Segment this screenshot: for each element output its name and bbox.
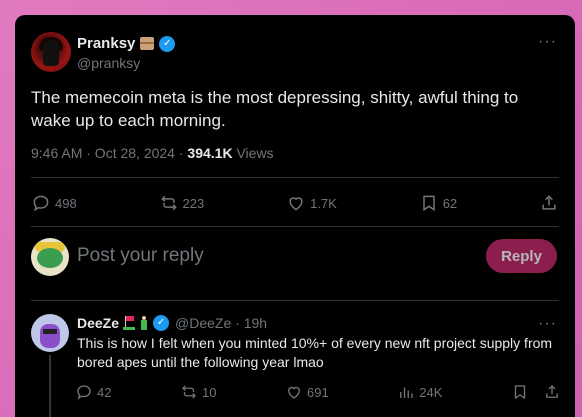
more-options-icon[interactable]: ···	[538, 315, 557, 333]
author-avatar[interactable]	[31, 32, 71, 72]
share-action[interactable]	[543, 383, 561, 401]
reply-extra-actions	[511, 383, 561, 401]
tweet-timestamp[interactable]: 9:46 AM · Oct 28, 2024 ·	[31, 145, 187, 161]
reply-actions: 42 10 691 24K	[75, 381, 561, 403]
repost-count: 223	[182, 195, 205, 211]
reply-author-name[interactable]: DeeZe	[77, 315, 119, 331]
bookmark-icon	[422, 195, 435, 212]
golfer-icon	[139, 316, 149, 330]
bookmark-icon	[514, 385, 526, 400]
verified-badge-icon[interactable]: ✓	[159, 35, 176, 52]
reply-action[interactable]: 498	[31, 193, 77, 213]
repost-icon	[160, 195, 177, 211]
heart-icon	[288, 386, 300, 399]
share-action[interactable]	[539, 193, 559, 213]
reply-author-handle[interactable]: @DeeZe · 19h	[175, 315, 267, 331]
more-options-icon[interactable]: ···	[538, 33, 557, 51]
repost-icon	[182, 385, 196, 399]
repost-action[interactable]: 10	[180, 383, 216, 401]
reply-icon	[33, 195, 49, 212]
divider	[31, 226, 559, 227]
reply-author-avatar[interactable]	[31, 314, 69, 352]
views-count: 394.1K	[187, 145, 233, 161]
analytics-icon	[400, 387, 413, 398]
bookmark-action[interactable]	[511, 383, 529, 401]
tweet-card: Pranksy ✓ @pranksy ··· The memecoin meta…	[15, 15, 575, 417]
divider	[31, 177, 559, 178]
divider	[31, 300, 559, 301]
like-action[interactable]: 1.7K	[286, 193, 337, 213]
share-icon	[542, 195, 556, 210]
current-user-avatar[interactable]	[31, 238, 69, 276]
like-action[interactable]: 691	[285, 383, 329, 401]
bookmark-action[interactable]: 62	[419, 193, 457, 213]
reply-button[interactable]: Reply	[486, 239, 557, 273]
share-icon	[546, 385, 558, 398]
like-count: 1.7K	[310, 195, 337, 211]
tweet-actions: 498 223 1.7K 62	[31, 188, 559, 218]
author-name[interactable]: Pranksy	[77, 35, 135, 52]
views-label: Views	[232, 145, 274, 161]
reply-icon	[77, 385, 91, 400]
tweet-meta: 9:46 AM · Oct 28, 2024 · 394.1K Views	[31, 145, 274, 161]
thread-line	[49, 355, 51, 417]
reply-author-row: DeeZe ✓ @DeeZe · 19h	[77, 315, 267, 331]
reply-count: 498	[55, 195, 77, 211]
repost-count: 10	[202, 384, 217, 400]
views-action[interactable]: 24K	[397, 383, 442, 401]
heart-icon	[289, 197, 303, 211]
author-handle[interactable]: @pranksy	[77, 55, 140, 71]
golf-flag-icon	[123, 316, 136, 330]
reply-input[interactable]: Post your reply	[77, 245, 204, 267]
reply-text: This is how I felt when you minted 10%+ …	[77, 335, 553, 370]
reply-count: 42	[97, 384, 112, 400]
bookmark-count: 62	[442, 195, 458, 211]
tweet-text: The memecoin meta is the most depressing…	[31, 88, 519, 130]
verified-badge-icon[interactable]: ✓	[153, 315, 170, 331]
like-count: 691	[307, 384, 329, 400]
views-count: 24K	[419, 384, 443, 400]
reply-action[interactable]: 42	[75, 383, 111, 401]
package-emoji-icon	[140, 37, 155, 50]
repost-action[interactable]: 223	[159, 193, 205, 213]
author-name-row: Pranksy ✓	[77, 35, 176, 52]
